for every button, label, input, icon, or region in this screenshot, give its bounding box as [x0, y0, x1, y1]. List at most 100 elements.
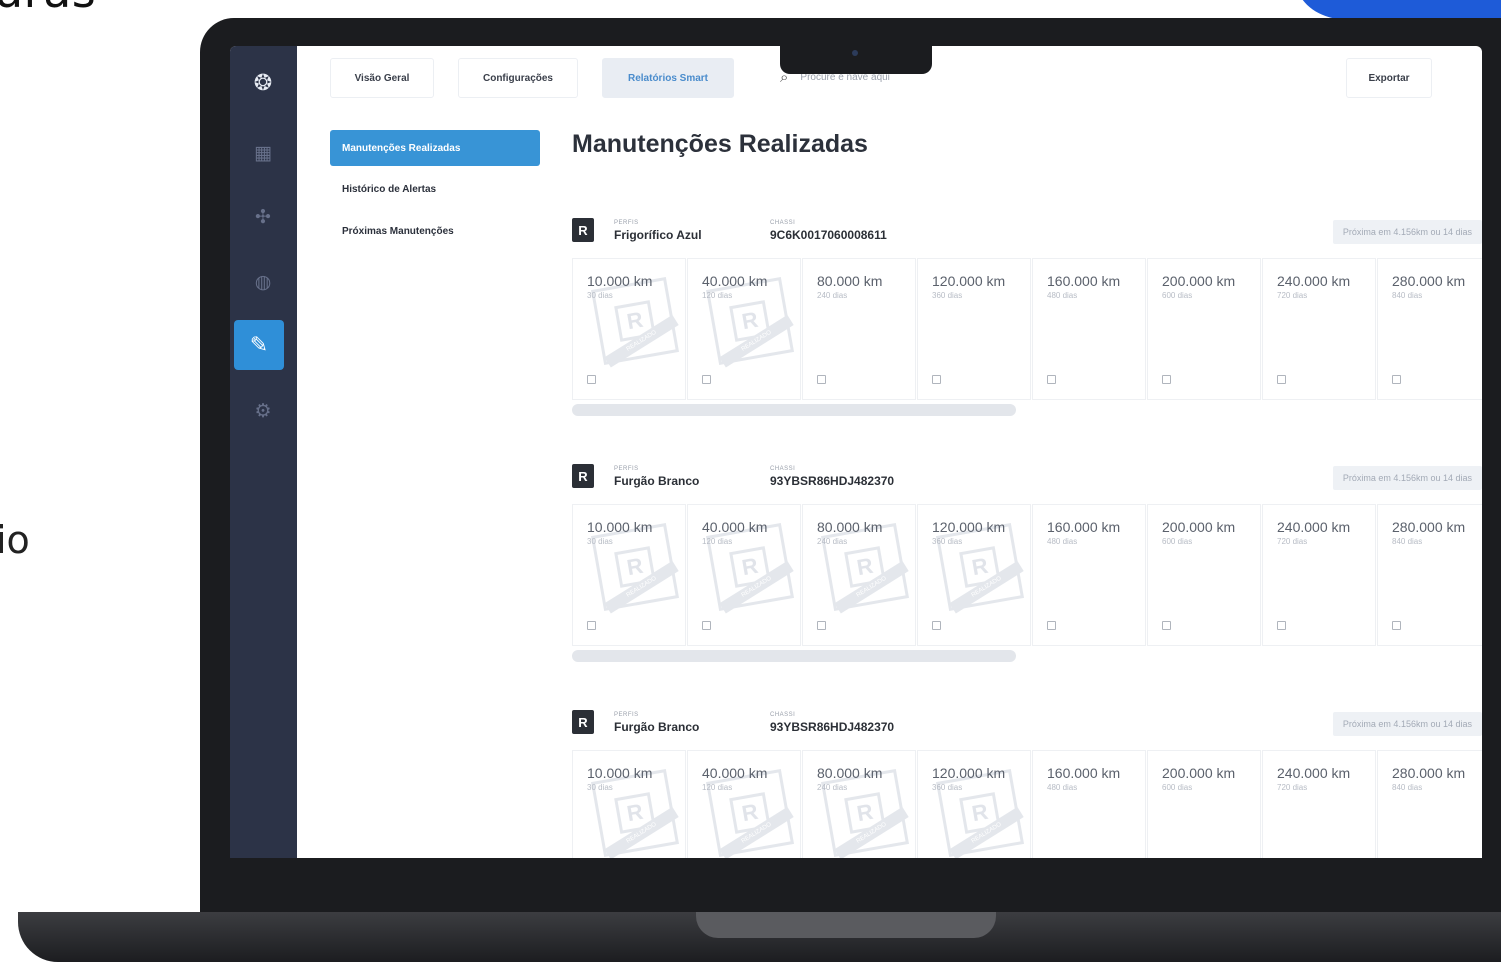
vehicle-chassis: CHASSI 9C6K0017060008611 [770, 220, 887, 242]
maintenance-step-card[interactable]: 200.000 km 600 dias [1147, 258, 1261, 400]
profile-value: Furgão Branco [614, 720, 700, 734]
step-calendar-icon [1392, 375, 1401, 384]
step-km: 240.000 km [1277, 765, 1351, 781]
globe-icon[interactable]: ◍ [244, 263, 282, 301]
step-days: 600 dias [1162, 537, 1193, 546]
chassis-value: 93YBSR86HDJ482370 [770, 720, 895, 734]
step-km: 80.000 km [817, 273, 883, 289]
step-days: 360 dias [932, 783, 963, 792]
step-days: 240 dias [817, 291, 848, 300]
maintenance-step-card[interactable]: R REALIZADO 10.000 km 30 dias [572, 750, 686, 858]
profile-caption: PERFIS [614, 466, 639, 472]
tab-configuracoes[interactable]: Configurações [458, 58, 578, 98]
vehicle-chassis: CHASSI 93YBSR86HDJ482370 [770, 712, 894, 734]
background-text-fragment: io [0, 518, 30, 562]
step-calendar-icon [817, 375, 826, 384]
laptop-lip [696, 912, 996, 938]
step-calendar-icon [932, 375, 941, 384]
chassis-caption: CHASSI [770, 466, 796, 472]
step-km: 280.000 km [1392, 519, 1466, 535]
step-calendar-icon [932, 621, 941, 630]
maintenance-step-card[interactable]: 160.000 km 480 dias [1032, 750, 1146, 858]
maintenance-step-card[interactable]: R REALIZADO 40.000 km 120 dias [687, 504, 801, 646]
submenu-manutencoes-realizadas[interactable]: Manutenções Realizadas [330, 130, 540, 166]
maintenance-step-card[interactable]: R REALIZADO 80.000 km 240 dias [802, 750, 916, 858]
step-days: 120 dias [702, 783, 733, 792]
vehicle-block: R PERFIS Frigorífico Azul CHASSI 9C6K0017060… [572, 218, 1482, 418]
maintenance-step-card[interactable]: R REALIZADO 10.000 km 30 dias [572, 504, 686, 646]
step-calendar-icon [1162, 621, 1171, 630]
tab-relatorios-smart[interactable]: Relatórios Smart [602, 58, 734, 98]
submenu-historico-alertas[interactable]: Histórico de Alertas [330, 171, 540, 207]
step-km: 160.000 km [1047, 273, 1121, 289]
maintenance-step-card[interactable]: 240.000 km 720 dias [1262, 504, 1376, 646]
settings-icon[interactable]: ⚙ [244, 392, 282, 430]
maintenance-step-card[interactable]: R REALIZADO 40.000 km 120 dias [687, 258, 801, 400]
tab-visao-geral[interactable]: Visão Geral [330, 58, 434, 98]
step-days: 720 dias [1277, 291, 1308, 300]
maintenance-step-card[interactable]: 200.000 km 600 dias [1147, 504, 1261, 646]
profile-value: Furgão Branco [614, 474, 700, 488]
profile-caption: PERFIS [614, 712, 639, 718]
routes-icon[interactable]: ✣ [244, 198, 282, 236]
vehicle-block: R PERFIS Furgão Branco CHASSI 93YBSR86HDJ482… [572, 464, 1482, 664]
maintenance-step-card[interactable]: R REALIZADO 40.000 km 120 dias [687, 750, 801, 858]
step-km: 280.000 km [1392, 273, 1466, 289]
maintenance-step-card[interactable]: 200.000 km 600 dias [1147, 750, 1261, 858]
maintenance-step-card[interactable]: R REALIZADO 80.000 km 240 dias [802, 504, 916, 646]
maintenance-step-card[interactable]: 160.000 km 480 dias [1032, 504, 1146, 646]
step-calendar-icon [702, 375, 711, 384]
step-days: 840 dias [1392, 291, 1423, 300]
vehicle-badge: R [572, 464, 594, 488]
step-km: 80.000 km [817, 765, 883, 781]
horizontal-scrollbar[interactable] [572, 404, 1016, 416]
maintenance-step-card[interactable]: 160.000 km 480 dias [1032, 258, 1146, 400]
step-calendar-icon [587, 621, 596, 630]
maintenance-step-card[interactable]: 240.000 km 720 dias [1262, 258, 1376, 400]
step-days: 240 dias [817, 783, 848, 792]
step-days: 600 dias [1162, 291, 1193, 300]
step-km: 120.000 km [932, 519, 1006, 535]
sidebar-rail: ❂ ▦ ✣ ◍ ✎ ⚙ [230, 46, 297, 858]
maintenance-steps[interactable]: R REALIZADO 10.000 km 30 dias R REALIZADO 40.0… [572, 504, 1482, 646]
step-km: 200.000 km [1162, 765, 1236, 781]
maintenance-step-card[interactable]: R REALIZADO 10.000 km 30 dias [572, 258, 686, 400]
profile-caption: PERFIS [614, 220, 639, 226]
submenu-proximas-manutencoes[interactable]: Próximas Manutenções [330, 213, 540, 249]
wrench-icon[interactable]: ✎ [234, 320, 284, 370]
export-button[interactable]: Exportar [1346, 58, 1432, 98]
step-days: 240 dias [817, 537, 848, 546]
maintenance-steps[interactable]: R REALIZADO 10.000 km 30 dias R REALIZADO 40.0… [572, 258, 1482, 400]
step-km: 10.000 km [587, 273, 653, 289]
maintenance-step-card[interactable]: 240.000 km 720 dias [1262, 750, 1376, 858]
step-days: 720 dias [1277, 537, 1308, 546]
step-days: 120 dias [702, 291, 733, 300]
maintenance-step-card[interactable]: R REALIZADO 120.000 km 360 dias [917, 504, 1031, 646]
step-km: 120.000 km [932, 765, 1006, 781]
logo-icon[interactable]: ❂ [244, 64, 282, 102]
maintenance-step-card[interactable]: 280.000 km 840 dias [1377, 750, 1482, 858]
step-days: 360 dias [932, 537, 963, 546]
step-days: 360 dias [932, 291, 963, 300]
step-km: 160.000 km [1047, 519, 1121, 535]
maintenance-step-card[interactable]: R REALIZADO 120.000 km 360 dias [917, 750, 1031, 858]
maintenance-steps[interactable]: R REALIZADO 10.000 km 30 dias R REALIZADO 40.0… [572, 750, 1482, 858]
step-days: 30 dias [587, 537, 613, 546]
dashboard-icon[interactable]: ▦ [244, 134, 282, 172]
step-days: 600 dias [1162, 783, 1193, 792]
step-km: 120.000 km [932, 273, 1006, 289]
horizontal-scrollbar[interactable] [572, 650, 1016, 662]
maintenance-step-card[interactable]: 120.000 km 360 dias [917, 258, 1031, 400]
step-days: 30 dias [587, 291, 613, 300]
maintenance-step-card[interactable]: 280.000 km 840 dias [1377, 504, 1482, 646]
maintenance-step-card[interactable]: 280.000 km 840 dias [1377, 258, 1482, 400]
chassis-caption: CHASSI [770, 220, 796, 226]
vehicle-badge: R [572, 710, 594, 734]
step-km: 240.000 km [1277, 519, 1351, 535]
maintenance-step-card[interactable]: 80.000 km 240 dias [802, 258, 916, 400]
step-days: 480 dias [1047, 291, 1078, 300]
step-km: 280.000 km [1392, 765, 1466, 781]
step-calendar-icon [1392, 621, 1401, 630]
step-calendar-icon [1047, 375, 1056, 384]
camera-notch [780, 44, 932, 74]
